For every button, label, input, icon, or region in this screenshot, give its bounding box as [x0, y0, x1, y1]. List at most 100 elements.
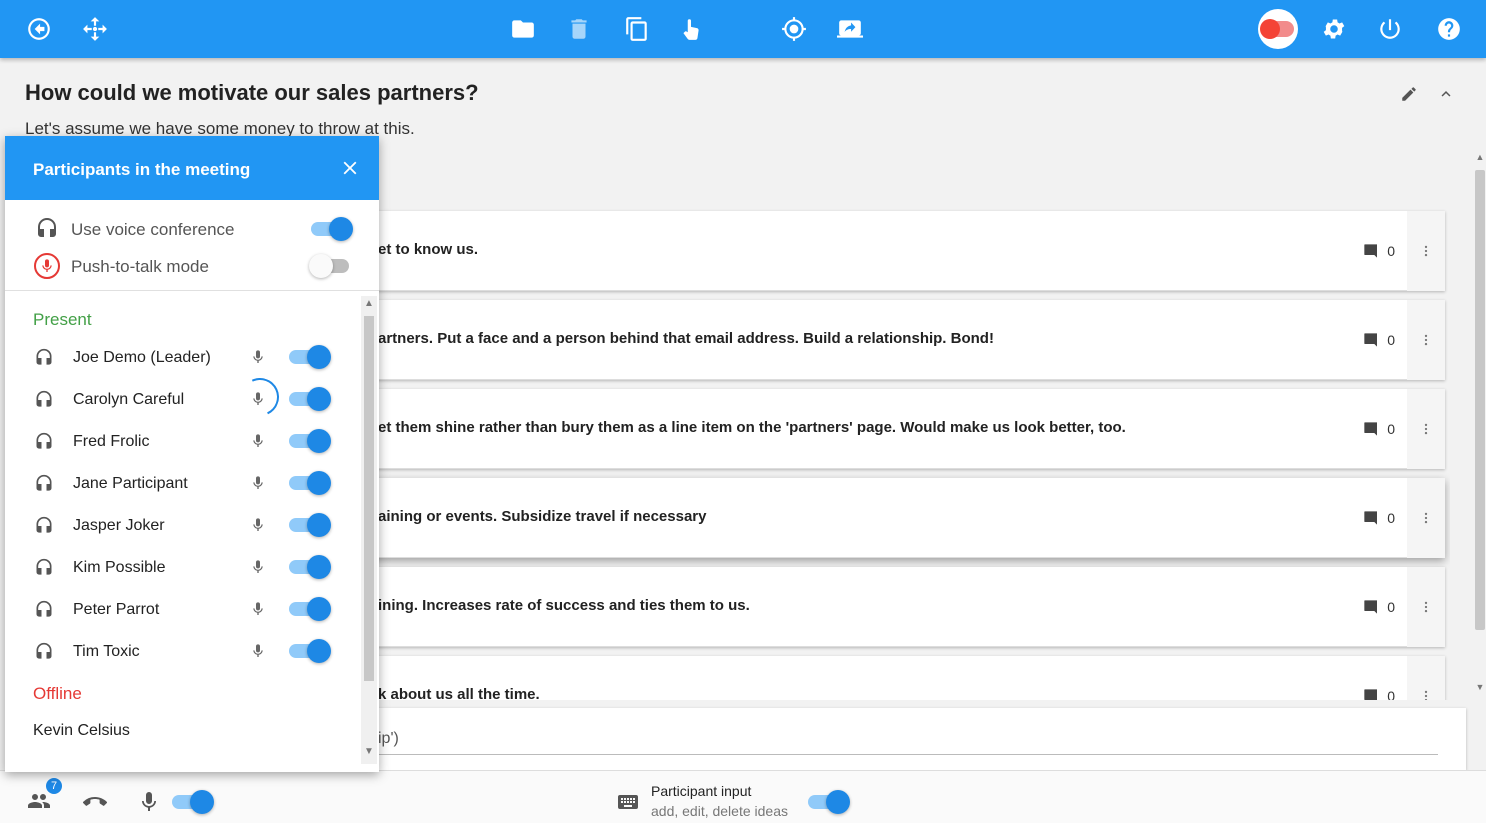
top-toolbar	[0, 0, 1486, 58]
participant-toggle[interactable]	[289, 555, 331, 579]
participant-row[interactable]: Tim Toxic	[5, 633, 360, 673]
more-options-icon[interactable]	[1407, 389, 1445, 469]
voice-conference-toggle[interactable]	[311, 217, 353, 241]
headset-icon	[33, 431, 55, 453]
participant-toggle[interactable]	[289, 639, 331, 663]
headset-icon	[33, 389, 55, 411]
headset-icon	[33, 599, 55, 621]
scrollbar-thumb[interactable]	[1475, 170, 1485, 630]
idea-card[interactable]: et to know us. 0	[370, 211, 1445, 291]
idea-card[interactable]: ining. Increases rate of success and tie…	[370, 567, 1445, 647]
comment-count[interactable]: 0	[1363, 421, 1395, 437]
comment-count[interactable]: 0	[1363, 599, 1395, 615]
offline-participant-name: Kevin Celsius	[33, 722, 130, 739]
close-icon[interactable]	[336, 154, 364, 182]
scrollbar-thumb[interactable]	[364, 316, 374, 681]
new-idea-input[interactable]: ip')	[370, 708, 1466, 770]
power-icon[interactable]	[1372, 11, 1408, 47]
scroll-down-icon[interactable]: ▼	[1474, 682, 1486, 692]
participant-name: Jane Participant	[73, 475, 188, 492]
comment-count[interactable]: 0	[1363, 332, 1395, 348]
idea-card[interactable]: et them shine rather than bury them as a…	[370, 389, 1445, 469]
comment-icon	[1364, 600, 1378, 614]
voice-conference-label: Use voice conference	[71, 220, 235, 239]
participants-panel: Participants in the meeting Use voice co…	[5, 136, 379, 772]
more-options-icon[interactable]	[1407, 478, 1445, 558]
microphone-icon[interactable]	[134, 787, 164, 817]
more-options-icon[interactable]	[1407, 211, 1445, 291]
ideas-scrollbar[interactable]: ▲ ▼	[1474, 150, 1486, 700]
hangup-icon[interactable]	[80, 787, 110, 817]
more-options-icon[interactable]	[1407, 300, 1445, 380]
participant-row[interactable]: Peter Parrot	[5, 591, 360, 631]
pointer-icon[interactable]	[673, 11, 709, 47]
participant-name: Tim Toxic	[73, 643, 140, 660]
scroll-down-icon[interactable]: ▼	[361, 746, 377, 757]
participant-toggle[interactable]	[289, 471, 331, 495]
microphone-icon	[248, 473, 268, 493]
participant-row[interactable]: Kim Possible	[5, 549, 360, 589]
divider	[5, 290, 379, 291]
target-icon[interactable]	[776, 11, 812, 47]
comment-icon	[1364, 511, 1378, 525]
participant-name: Kim Possible	[73, 559, 166, 576]
idea-card[interactable]: artners. Put a face and a person behind …	[370, 300, 1445, 380]
microphone-icon	[248, 515, 268, 535]
participant-toggle[interactable]	[289, 387, 331, 411]
keyboard-icon	[613, 787, 643, 817]
scroll-up-icon[interactable]: ▲	[361, 298, 377, 309]
microphone-icon	[248, 389, 268, 409]
microphone-icon	[248, 431, 268, 451]
idea-card[interactable]: aining or events. Subsidize travel if ne…	[370, 478, 1445, 558]
participant-name: Fred Frolic	[73, 433, 150, 450]
headset-icon	[33, 641, 55, 663]
gear-icon[interactable]	[1316, 11, 1352, 47]
participant-toggle[interactable]	[289, 345, 331, 369]
participant-row[interactable]: Jasper Joker	[5, 507, 360, 547]
scroll-up-icon[interactable]: ▲	[1474, 152, 1486, 162]
participant-toggle[interactable]	[289, 597, 331, 621]
collapse-icon[interactable]	[1434, 82, 1458, 106]
participant-name: Peter Parrot	[73, 601, 160, 618]
push-to-talk-toggle[interactable]	[309, 254, 351, 278]
comment-icon	[1364, 333, 1378, 347]
microphone-icon	[248, 557, 268, 577]
more-options-icon[interactable]	[1407, 567, 1445, 647]
move-icon[interactable]	[77, 11, 113, 47]
participant-row[interactable]: Fred Frolic	[5, 423, 360, 463]
participant-list-scrollbar[interactable]: ▲ ▼	[361, 296, 377, 764]
edit-icon[interactable]	[1397, 82, 1421, 106]
more-options-icon[interactable]	[1407, 656, 1445, 700]
idea-text: k about us all the time.	[378, 686, 540, 700]
record-toggle[interactable]	[1258, 9, 1298, 49]
idea-text: ining. Increases rate of success and tie…	[378, 597, 750, 614]
headset-icon	[33, 515, 55, 537]
idea-text: et to know us.	[378, 241, 479, 258]
comment-count[interactable]: 0	[1363, 688, 1395, 700]
folder-icon[interactable]	[505, 11, 541, 47]
copy-icon[interactable]	[619, 11, 655, 47]
participant-toggle[interactable]	[289, 513, 331, 537]
participant-row[interactable]: Jane Participant	[5, 465, 360, 505]
participant-toggle[interactable]	[289, 429, 331, 453]
present-section-label: Present	[33, 310, 92, 329]
idea-text: artners. Put a face and a person behind …	[378, 330, 994, 347]
participant-input-toggle[interactable]	[808, 790, 850, 814]
idea-card[interactable]: k about us all the time. 0	[370, 656, 1445, 700]
participant-row[interactable]: Joe Demo (Leader)	[5, 339, 360, 379]
microphone-icon	[248, 599, 268, 619]
trash-icon[interactable]	[561, 11, 597, 47]
participant-row[interactable]: Carolyn Careful	[5, 372, 360, 422]
mic-toggle[interactable]	[172, 790, 214, 814]
share-screen-icon[interactable]	[832, 11, 868, 47]
back-icon[interactable]	[21, 11, 57, 47]
participant-name: Joe Demo (Leader)	[73, 349, 211, 366]
help-icon[interactable]	[1431, 11, 1467, 47]
comment-count[interactable]: 0	[1363, 510, 1395, 526]
participant-name: Jasper Joker	[73, 517, 165, 534]
participants-count-badge: 7	[46, 778, 62, 794]
headset-icon	[33, 557, 55, 579]
comment-count[interactable]: 0	[1363, 243, 1395, 259]
microphone-icon	[248, 347, 268, 367]
push-to-talk-label: Push-to-talk mode	[71, 257, 209, 276]
